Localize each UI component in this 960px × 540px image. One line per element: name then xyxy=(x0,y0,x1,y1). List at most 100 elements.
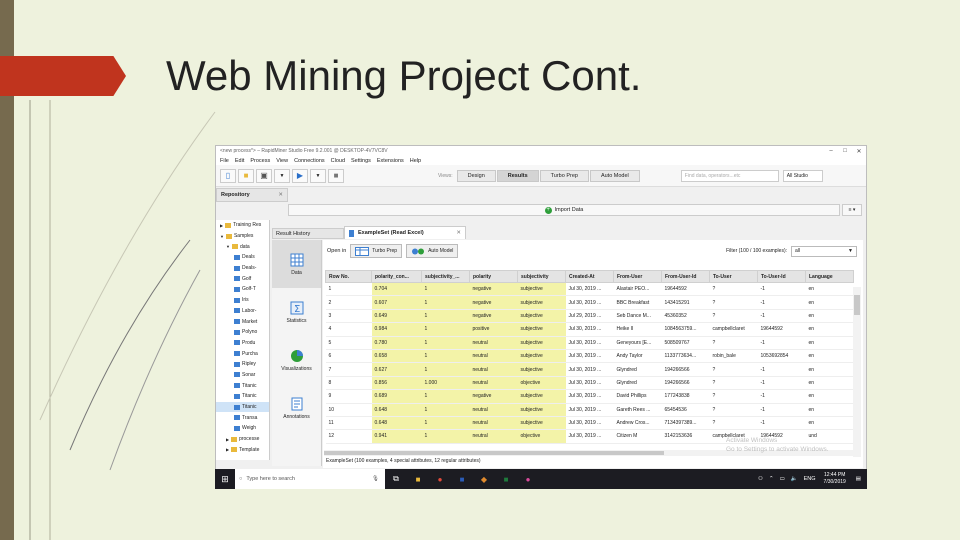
tree-item[interactable]: Polyno xyxy=(216,327,269,338)
new-process-button[interactable]: ▯ xyxy=(220,168,236,183)
nav-annotations[interactable]: Annotations xyxy=(272,384,321,432)
table-row[interactable]: 5 0.780 1 neutral subjective Jul 30, 2019 ...… xyxy=(325,336,854,350)
close-icon[interactable]: ✕ xyxy=(456,230,461,236)
menu-file[interactable]: File xyxy=(220,158,229,164)
chrome-icon[interactable]: ● xyxy=(429,469,451,489)
notifications-icon[interactable]: ▤ xyxy=(856,476,861,482)
nav-data[interactable]: Data xyxy=(272,240,321,288)
table-row[interactable]: 9 0.689 1 negative subjective Jul 30, 2019 ..… xyxy=(325,389,854,404)
tree-item[interactable]: Market xyxy=(216,316,269,327)
chevron-right-icon[interactable]: ▶ xyxy=(220,223,223,228)
exampleset-tab[interactable]: ExampleSet (Read Excel) ✕ xyxy=(344,226,466,239)
run-dropdown[interactable]: ▼ xyxy=(310,168,326,183)
microphone-icon[interactable]: 🎙 xyxy=(372,476,379,482)
rapidminer-app-icon[interactable]: ◆ xyxy=(473,469,495,489)
tree-item[interactable]: Iris xyxy=(216,295,269,306)
column-header[interactable]: subjectivity_... xyxy=(421,270,470,283)
tree-item[interactable]: Sonar xyxy=(216,370,269,381)
run-button[interactable]: ▶ xyxy=(292,168,308,183)
table-row[interactable]: 6 0.658 1 neutral subjective Jul 30, 2019 ...… xyxy=(325,349,854,364)
menu-help[interactable]: Help xyxy=(410,158,421,164)
column-header[interactable]: To-User xyxy=(709,270,758,283)
menu-edit[interactable]: Edit xyxy=(235,158,244,164)
language-indicator[interactable]: ENG xyxy=(804,476,816,482)
menu-process[interactable]: Process xyxy=(250,158,270,164)
view-results[interactable]: Results xyxy=(496,169,539,182)
column-header[interactable]: From-User xyxy=(613,270,662,283)
table-row[interactable]: 4 0.984 1 positive subjective Jul 30, 2019 ..… xyxy=(325,322,854,337)
repository-menu-button[interactable]: ≡ ▾ xyxy=(842,204,862,216)
open-auto-model-button[interactable]: Auto Model xyxy=(406,244,459,258)
chevron-right-icon[interactable]: ▶ xyxy=(226,447,229,452)
table-row[interactable]: 7 0.627 1 neutral subjective Jul 30, 2019 ...… xyxy=(325,362,854,377)
search-input[interactable]: Find data, operators...etc xyxy=(680,169,779,182)
word-icon[interactable]: ■ xyxy=(451,469,473,489)
nav-statistics[interactable]: Σ Statistics xyxy=(272,288,321,336)
paint-icon[interactable]: ● xyxy=(517,469,539,489)
studio-select[interactable]: All Studio xyxy=(782,169,823,182)
column-header[interactable]: subjectivity xyxy=(517,270,566,283)
tree-item[interactable]: Deals xyxy=(216,252,269,263)
table-row[interactable]: 11 0.648 1 neutral subjective Jul 30, 2019 ..… xyxy=(325,416,854,431)
tree-item[interactable]: Labor- xyxy=(216,306,269,317)
repository-tab[interactable]: Repository ✕ xyxy=(216,188,288,202)
tree-item[interactable]: ▼ Samples xyxy=(216,231,269,242)
chevron-down-icon[interactable]: ▼ xyxy=(220,234,224,239)
menu-connections[interactable]: Connections xyxy=(294,158,325,164)
column-header[interactable]: Row No. xyxy=(325,270,372,283)
table-row[interactable]: 1 0.704 1 negative subjective Jul 30, 2019 ..… xyxy=(325,282,854,297)
tree-item[interactable]: Produ xyxy=(216,338,269,349)
tree-item[interactable]: Deals- xyxy=(216,263,269,274)
menu-cloud[interactable]: Cloud xyxy=(331,158,345,164)
column-header[interactable]: To-User-Id xyxy=(757,270,806,283)
view-auto-model[interactable]: Auto Model xyxy=(589,169,640,182)
network-icon[interactable]: ▭ xyxy=(780,476,785,482)
scroll-thumb[interactable] xyxy=(324,451,664,455)
tree-item[interactable]: ▶ Training Res xyxy=(216,220,269,231)
tree-item[interactable]: Golf-T xyxy=(216,284,269,295)
view-design[interactable]: Design xyxy=(456,169,496,182)
tree-item[interactable]: Weigh xyxy=(216,423,269,434)
chevron-right-icon[interactable]: ▶ xyxy=(226,437,229,442)
scroll-thumb[interactable] xyxy=(854,295,860,315)
stop-button[interactable]: ■ xyxy=(328,168,344,183)
file-explorer-icon[interactable]: ■ xyxy=(407,469,429,489)
view-turbo-prep[interactable]: Turbo Prep xyxy=(539,169,589,182)
column-header[interactable]: polarity_con... xyxy=(371,270,422,283)
open-turbo-prep-button[interactable]: Turbo Prep xyxy=(350,244,403,258)
chevron-down-icon[interactable]: ▼ xyxy=(226,244,230,249)
table-row[interactable]: 8 0.856 1.000 neutral objective Jul 30, 2019 … xyxy=(325,376,854,391)
volume-icon[interactable]: 🔈 xyxy=(791,476,798,482)
result-history-tab[interactable]: Result History xyxy=(272,228,344,239)
taskbar-search[interactable]: ○ Type here to search 🎙 xyxy=(235,469,385,489)
chevron-up-icon[interactable]: ⌃ xyxy=(769,476,774,482)
menu-extensions[interactable]: Extensions xyxy=(377,158,404,164)
tree-item[interactable]: Titanic xyxy=(216,401,269,413)
open-button[interactable]: ■ xyxy=(238,168,254,183)
save-button[interactable]: ▣ xyxy=(256,168,272,183)
close-icon[interactable]: ✕ xyxy=(278,192,283,198)
people-icon[interactable]: ⚇ xyxy=(758,476,763,482)
vertical-scrollbar[interactable] xyxy=(853,287,861,457)
filter-select[interactable]: all ▼ xyxy=(791,245,857,257)
menu-view[interactable]: View xyxy=(276,158,288,164)
tree-item[interactable]: ▼ data xyxy=(216,241,269,252)
tree-item[interactable]: Golf xyxy=(216,273,269,284)
tree-item[interactable]: Transa xyxy=(216,412,269,423)
minimize-icon[interactable]: – xyxy=(824,148,838,154)
import-data-button[interactable]: + Import Data xyxy=(288,204,840,216)
system-clock[interactable]: 12:44 PM 7/30/2019 xyxy=(824,472,846,486)
maximize-icon[interactable]: □ xyxy=(838,148,852,154)
column-header[interactable]: Language xyxy=(805,270,854,283)
column-header[interactable]: Created-At xyxy=(565,270,614,283)
table-row[interactable]: 2 0.607 1 negative subjective Jul 30, 2019 ..… xyxy=(325,295,854,310)
nav-visualizations[interactable]: Visualizations xyxy=(272,336,321,384)
column-header[interactable]: polarity xyxy=(469,270,518,283)
tree-item[interactable]: ▶ Template xyxy=(216,444,269,455)
column-header[interactable]: From-User-Id xyxy=(661,270,710,283)
task-view-icon[interactable]: ⧉ xyxy=(385,469,407,489)
table-row[interactable]: 3 0.649 1 negative subjective Jul 29, 2019 ..… xyxy=(325,309,854,324)
windows-start-icon[interactable]: ⊞ xyxy=(215,474,235,485)
tree-item[interactable]: Purcha xyxy=(216,348,269,359)
tree-item[interactable]: Titanic xyxy=(216,380,269,391)
